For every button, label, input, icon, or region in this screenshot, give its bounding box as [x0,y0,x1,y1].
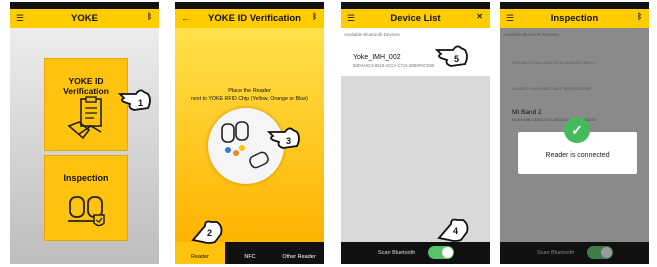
pointing-hand-icon: 3 [267,127,300,149]
screen-title: Device List [390,13,441,24]
device-id-1[interactable]: 28FC16C2-F924-4BCE-B109-E0EC9EC5E974 [512,60,595,65]
inspection-card[interactable]: Inspection [44,155,128,241]
app-title: YOKE [71,13,98,24]
step-number: 4 [453,226,458,236]
status-bar [10,2,159,9]
instruction-line-2: next to YOKE RFID Chip (Yellow, Orange o… [191,96,308,102]
tutorial-stage: ☰ YOKE ᛒ YOKE ID Verification 1 Inspecti… [0,0,657,267]
yoke-id-verification-card[interactable]: YOKE ID Verification [44,58,128,151]
scan-bluetooth-label: Scan Bluetooth [537,250,575,256]
device-id-2[interactable]: A164D071-94F8-4527-80CF-3E6BEDB2B60 [512,86,591,91]
inspection-screen: ☰ Inspection ᛒ Available Bluetooth Devic… [500,2,649,264]
band-name[interactable]: MI Band 2 [512,109,542,116]
step-number: 3 [286,136,291,146]
pointing-hand-icon: 2 [191,220,223,244]
pointing-hand-icon: 4 [437,218,469,242]
scan-bluetooth-toggle[interactable] [587,246,613,259]
app-bar: ☰ YOKE ᛒ [10,9,159,28]
bottom-bar: Scan Bluetooth [500,242,649,264]
device-name[interactable]: Yoke_IMH_002 [353,54,401,61]
bluetooth-icon[interactable]: ᛒ [147,12,152,21]
device-list-screen: ☰ Device List ✕ Available Bluetooth Devi… [341,2,490,264]
yoke-tag-reader-icon [221,121,269,169]
step-number: 2 [207,228,212,238]
tab-reader[interactable]: Reader [175,242,225,264]
section-label: Available Bluetooth Devices [344,32,400,37]
clipboard-handshake-icon [67,96,102,140]
app-bar: ← YOKE ID Verification ᛒ [175,9,324,28]
bluetooth-icon[interactable]: ᛒ [637,12,642,21]
status-bar [341,2,490,9]
screen-title: YOKE ID Verification [208,13,301,24]
check-icon: ✓ [564,117,590,143]
screen-title: Inspection [550,13,599,24]
toggle-knob [601,247,612,258]
yoke-hooks-icon [68,196,105,227]
pointing-hand-icon: 1 [118,89,151,111]
connection-message: Reader is connected [545,152,610,159]
tab-other-reader[interactable]: Other Reader [274,242,324,264]
device-id: 58D4A5C3-8618-41CA-C715-38B8F6CD59 [353,63,435,68]
step-number: 5 [454,54,459,64]
scan-bluetooth-label: Scan Bluetooth [378,250,416,256]
toggle-knob [442,247,453,258]
status-bar [500,2,649,9]
bottom-bar: Scan Bluetooth [341,242,490,264]
instruction-line-1: Place the Reader [228,88,271,94]
tab-bar: Reader NFC Other Reader [175,242,324,264]
section-label: Available Bluetooth Devices [503,32,559,37]
status-bar [175,2,324,9]
app-bar: ☰ Inspection ᛒ [500,9,649,28]
close-icon[interactable]: ✕ [476,12,483,21]
app-bar: ☰ Device List ✕ [341,9,490,28]
step-number: 1 [138,98,143,108]
inspection-card-label: Inspection [63,173,109,183]
verification-card-label: YOKE ID Verification [63,76,109,96]
home-screen: ☰ YOKE ᛒ YOKE ID Verification 1 Inspecti… [10,2,159,264]
bluetooth-icon[interactable]: ᛒ [312,12,317,21]
pointing-hand-icon: 5 [435,45,468,67]
tab-nfc[interactable]: NFC [225,242,275,264]
scan-bluetooth-toggle[interactable] [428,246,454,259]
verification-screen: ← YOKE ID Verification ᛒ Place the Reade… [175,2,324,264]
